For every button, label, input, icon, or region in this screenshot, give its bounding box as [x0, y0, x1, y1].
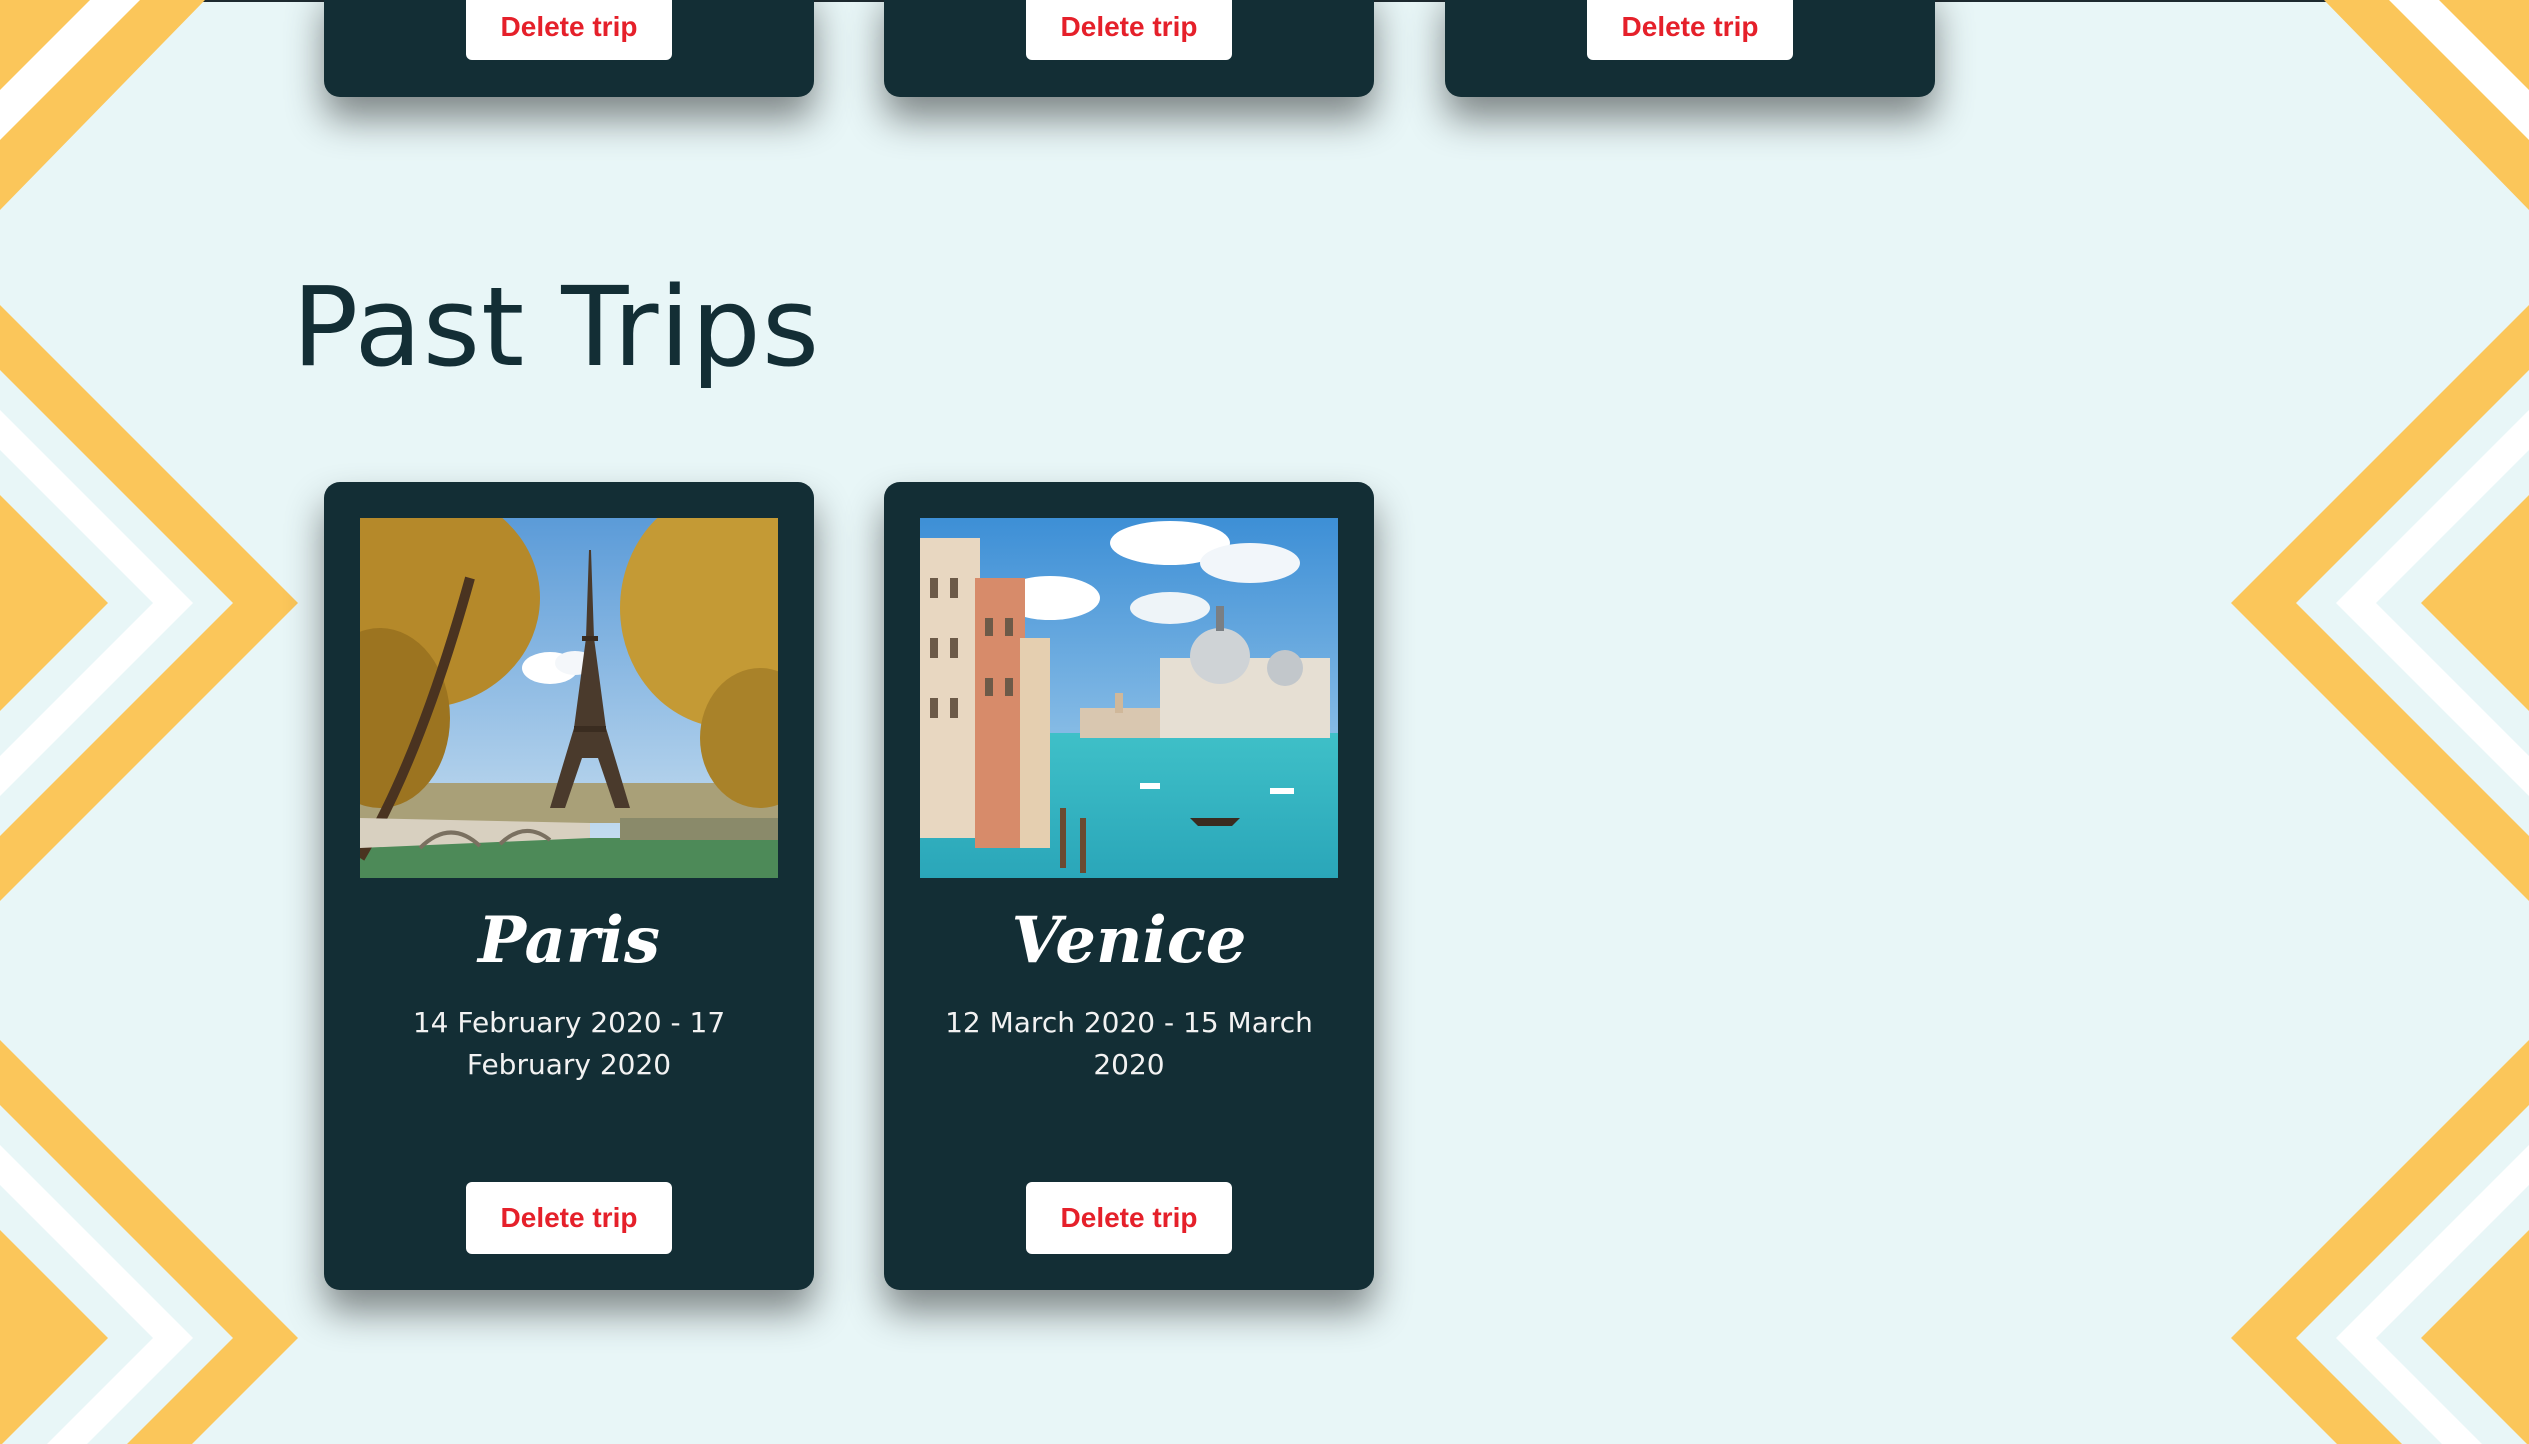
venice-grand-canal-photo	[920, 518, 1338, 878]
past-trip-card-venice: Venice 12 March 2020 - 15 March 2020 Del…	[884, 482, 1374, 1290]
eiffel-tower-photo	[360, 518, 778, 878]
trip-dates: 14 February 2020 - 17 February 2020	[412, 1006, 726, 1081]
delete-trip-button[interactable]: Delete trip	[1026, 0, 1232, 60]
delete-trip-button[interactable]: Delete trip	[1026, 1182, 1232, 1254]
trip-dates: 12 March 2020 - 15 March 2020	[945, 1006, 1313, 1081]
upcoming-trip-card: Delete trip	[1445, 0, 1935, 97]
left-chevron-decoration	[0, 0, 298, 1444]
past-trip-card-paris: Paris 14 February 2020 - 17 February 202…	[324, 482, 814, 1290]
upcoming-trip-card: Delete trip	[884, 0, 1374, 97]
delete-trip-button[interactable]: Delete trip	[466, 0, 672, 60]
past-trips-heading: Past Trips	[292, 263, 821, 391]
trip-city: Venice	[1011, 903, 1247, 978]
trip-city: Paris	[478, 903, 660, 978]
delete-trip-button[interactable]: Delete trip	[466, 1182, 672, 1254]
right-chevron-decoration	[2231, 0, 2529, 1444]
upcoming-trip-card: Delete trip	[324, 0, 814, 97]
delete-trip-button[interactable]: Delete trip	[1587, 0, 1793, 60]
